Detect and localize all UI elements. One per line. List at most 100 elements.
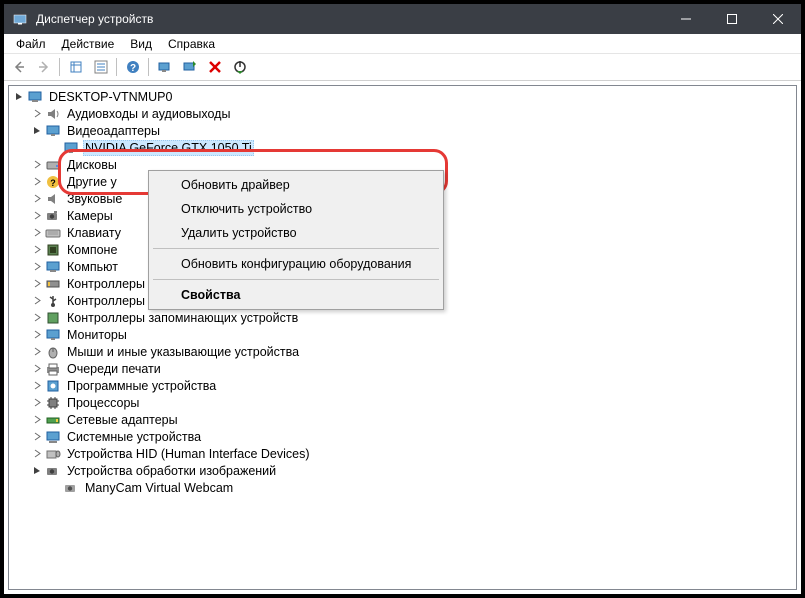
expander-icon[interactable]: [31, 430, 44, 443]
expander-icon[interactable]: [31, 243, 44, 256]
toolbar: ?: [4, 54, 801, 81]
svg-text:?: ?: [50, 178, 56, 188]
disable-button[interactable]: [228, 56, 251, 78]
menu-action[interactable]: Действие: [54, 36, 123, 52]
device-label: NVIDIA GeForce GTX 1050 Ti: [83, 140, 254, 156]
computer-icon: [45, 259, 61, 275]
category-label: Видеоадаптеры: [65, 124, 162, 138]
minimize-button[interactable]: [663, 4, 709, 34]
expander-icon[interactable]: [31, 107, 44, 120]
help-button[interactable]: ?: [121, 56, 144, 78]
expander-icon[interactable]: [31, 277, 44, 290]
close-button[interactable]: [755, 4, 801, 34]
forward-button[interactable]: [32, 56, 55, 78]
category-label: Сетевые адаптеры: [65, 413, 180, 427]
category-label: Мыши и иные указывающие устройства: [65, 345, 301, 359]
expander-icon[interactable]: [31, 379, 44, 392]
sound-icon: [45, 191, 61, 207]
usb-icon: [45, 293, 61, 309]
ctx-disable-device[interactable]: Отключить устройство: [151, 197, 441, 221]
expander-icon[interactable]: [31, 396, 44, 409]
update-driver-button[interactable]: [178, 56, 201, 78]
title-bar: Диспетчер устройств: [4, 4, 801, 34]
scan-button[interactable]: [153, 56, 176, 78]
device-tree[interactable]: DESKTOP-VTNMUP0 Аудиовходы и аудиовыходы…: [8, 85, 797, 590]
ctx-remove-device[interactable]: Удалить устройство: [151, 221, 441, 245]
expander-icon[interactable]: [31, 447, 44, 460]
device-webcam[interactable]: ManyCam Virtual Webcam: [9, 479, 796, 496]
printer-icon: [45, 361, 61, 377]
expander-icon[interactable]: [31, 124, 44, 137]
toolbar-separator: [59, 58, 60, 76]
expander-icon[interactable]: [31, 192, 44, 205]
ctx-update-driver[interactable]: Обновить драйвер: [151, 173, 441, 197]
mouse-icon: [45, 344, 61, 360]
expander-icon[interactable]: [31, 209, 44, 222]
network-icon: [45, 412, 61, 428]
category-audio[interactable]: Аудиовходы и аудиовыходы: [9, 105, 796, 122]
expander-icon[interactable]: [31, 260, 44, 273]
system-icon: [45, 429, 61, 445]
category-label: Звуковые: [65, 192, 124, 206]
expander-icon[interactable]: [13, 90, 26, 103]
expander-icon[interactable]: [31, 311, 44, 324]
toolbar-separator: [116, 58, 117, 76]
storage-icon: [45, 310, 61, 326]
menu-file[interactable]: Файл: [8, 36, 54, 52]
category-system[interactable]: Системные устройства: [9, 428, 796, 445]
category-cpu[interactable]: Процессоры: [9, 394, 796, 411]
unknown-icon: ?: [45, 174, 61, 190]
menu-view[interactable]: Вид: [122, 36, 160, 52]
app-icon: [12, 11, 28, 27]
display-icon: [63, 140, 79, 156]
menu-bar: Файл Действие Вид Справка: [4, 34, 801, 54]
window-controls: [663, 4, 801, 34]
category-label: Компьют: [65, 260, 120, 274]
expander-icon[interactable]: [31, 362, 44, 375]
root-node[interactable]: DESKTOP-VTNMUP0: [9, 88, 796, 105]
monitor-icon: [45, 327, 61, 343]
category-label: Устройства HID (Human Interface Devices): [65, 447, 312, 461]
properties-button[interactable]: [89, 56, 112, 78]
ctx-properties[interactable]: Свойства: [151, 283, 441, 307]
back-button[interactable]: [7, 56, 30, 78]
computer-icon: [27, 89, 43, 105]
category-print[interactable]: Очереди печати: [9, 360, 796, 377]
maximize-button[interactable]: [709, 4, 755, 34]
category-software[interactable]: Программные устройства: [9, 377, 796, 394]
expander-icon[interactable]: [31, 158, 44, 171]
category-monitors[interactable]: Мониторы: [9, 326, 796, 343]
show-hidden-button[interactable]: [64, 56, 87, 78]
expander-icon[interactable]: [31, 413, 44, 426]
category-video[interactable]: Видеоадаптеры: [9, 122, 796, 139]
menu-help[interactable]: Справка: [160, 36, 223, 52]
category-label: Устройства обработки изображений: [65, 464, 278, 478]
category-label: Другие у: [65, 175, 119, 189]
audio-icon: [45, 106, 61, 122]
expander-icon[interactable]: [31, 328, 44, 341]
cpu-icon: [45, 395, 61, 411]
category-label: Компоне: [65, 243, 119, 257]
device-gpu[interactable]: NVIDIA GeForce GTX 1050 Ti: [9, 139, 796, 156]
context-menu: Обновить драйвер Отключить устройство Уд…: [148, 170, 444, 310]
toolbar-separator: [148, 58, 149, 76]
category-label: Дисковы: [65, 158, 119, 172]
expander-spacer: [49, 141, 62, 154]
category-storage[interactable]: Контроллеры запоминающих устройств: [9, 309, 796, 326]
expander-icon[interactable]: [31, 226, 44, 239]
category-label: Программные устройства: [65, 379, 218, 393]
expander-icon[interactable]: [31, 464, 44, 477]
ctx-refresh-config[interactable]: Обновить конфигурацию оборудования: [151, 252, 441, 276]
category-imaging[interactable]: Устройства обработки изображений: [9, 462, 796, 479]
category-mice[interactable]: Мыши и иные указывающие устройства: [9, 343, 796, 360]
category-net[interactable]: Сетевые адаптеры: [9, 411, 796, 428]
expander-icon[interactable]: [31, 294, 44, 307]
expander-icon[interactable]: [31, 175, 44, 188]
category-label: Очереди печати: [65, 362, 163, 376]
camera-icon: [45, 208, 61, 224]
uninstall-button[interactable]: [203, 56, 226, 78]
expander-icon[interactable]: [31, 345, 44, 358]
category-hid[interactable]: Устройства HID (Human Interface Devices): [9, 445, 796, 462]
ctx-separator: [153, 248, 439, 249]
ctx-separator: [153, 279, 439, 280]
